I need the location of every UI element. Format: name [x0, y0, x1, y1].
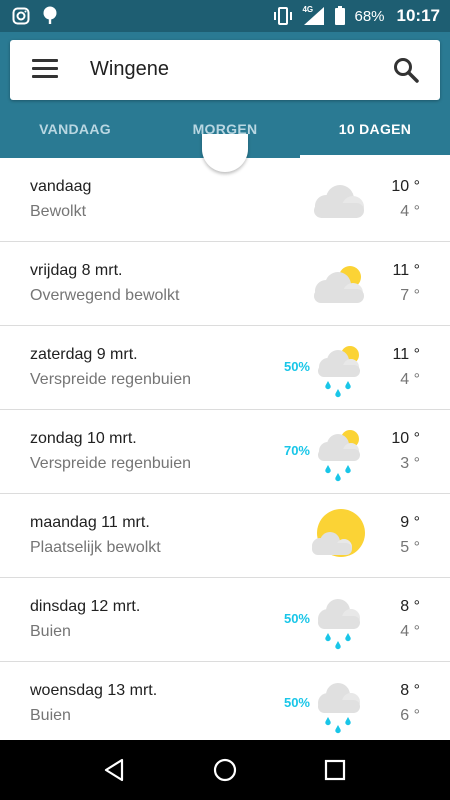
precip-chance: 50%: [283, 611, 310, 626]
tab-10-dagen[interactable]: 10 DAGEN: [300, 108, 450, 158]
high-temp: 11 °: [392, 346, 420, 363]
tab-vandaag[interactable]: VANDAAG: [0, 108, 150, 158]
high-temp: 8 °: [400, 598, 420, 615]
forecast-day: vrijdag 8 mrt.: [30, 262, 123, 279]
battery-icon: [334, 6, 346, 26]
scattered-showers-icon: [306, 425, 370, 485]
signal-icon: 4G: [302, 5, 326, 26]
precip-chance: 50%: [283, 695, 310, 710]
low-temp: 5 °: [400, 539, 420, 556]
high-temp: 11 °: [392, 262, 420, 279]
forecast-row[interactable]: zondag 10 mrt. Verspreide regenbuien 70%…: [0, 410, 450, 494]
low-temp: 4 °: [400, 203, 420, 220]
forecast-day: zondag 10 mrt.: [30, 430, 137, 447]
low-temp: 6 °: [400, 707, 420, 724]
location-pin-icon: [42, 6, 58, 26]
high-temp: 10 °: [391, 178, 420, 195]
forecast-condition: Overwegend bewolkt: [30, 287, 180, 304]
forecast-row[interactable]: vrijdag 8 mrt. Overwegend bewolkt 11 ° 7…: [0, 242, 450, 326]
forecast-condition: Buien: [30, 707, 71, 724]
cloudy-icon: [306, 173, 370, 233]
low-temp: 3 °: [400, 455, 420, 472]
partly-cloudy-icon: [306, 509, 370, 569]
home-icon[interactable]: [208, 753, 242, 787]
forecast-condition: Plaatselijk bewolkt: [30, 539, 161, 556]
forecast-row[interactable]: zaterdag 9 mrt. Verspreide regenbuien 50…: [0, 326, 450, 410]
high-temp: 8 °: [400, 682, 420, 699]
forecast-row[interactable]: woensdag 13 mrt. Buien 50% 8 ° 6 °: [0, 662, 450, 740]
menu-icon[interactable]: [32, 59, 58, 81]
showers-icon: [306, 677, 370, 737]
forecast-day: vandaag: [30, 178, 92, 195]
forecast-day: maandag 11 mrt.: [30, 514, 150, 531]
forecast-condition: Verspreide regenbuien: [30, 371, 192, 388]
forecast-condition: Buien: [30, 623, 71, 640]
low-temp: 4 °: [400, 623, 420, 640]
precip-chance: 70%: [283, 443, 310, 458]
search-icon[interactable]: [392, 56, 420, 84]
network-type-label: 4G: [302, 5, 314, 14]
low-temp: 7 °: [400, 287, 420, 304]
vibrate-icon: [272, 6, 294, 26]
forecast-day: zaterdag 9 mrt.: [30, 346, 138, 363]
forecast-condition: Verspreide regenbuien: [30, 455, 192, 472]
forecast-row[interactable]: maandag 11 mrt. Plaatselijk bewolkt 9 ° …: [0, 494, 450, 578]
battery-percent: 68%: [354, 7, 385, 25]
search-card[interactable]: Wingene: [10, 40, 440, 100]
status-bar: 4G 68% 10:17: [0, 0, 450, 32]
high-temp: 10 °: [391, 430, 420, 447]
forecast-condition: Bewolkt: [30, 203, 87, 220]
back-icon[interactable]: [98, 753, 132, 787]
mostly-cloudy-icon: [306, 257, 370, 317]
low-temp: 4 °: [400, 371, 420, 388]
forecast-row[interactable]: dinsdag 12 mrt. Buien 50% 8 ° 4 °: [0, 578, 450, 662]
instagram-icon: [12, 7, 30, 25]
forecast-day: woensdag 13 mrt.: [30, 682, 158, 699]
showers-icon: [306, 593, 370, 653]
forecast-day: dinsdag 12 mrt.: [30, 598, 141, 615]
high-temp: 9 °: [400, 514, 420, 531]
precip-chance: 50%: [283, 359, 310, 374]
scattered-showers-icon: [306, 341, 370, 401]
status-time: 10:17: [396, 6, 440, 25]
forecast-list[interactable]: vandaag Bewolkt 10 ° 4 ° vrijdag 8 mrt. …: [0, 158, 450, 740]
recents-icon[interactable]: [318, 753, 352, 787]
location-title[interactable]: Wingene: [90, 58, 169, 81]
system-nav-bar: [0, 740, 450, 800]
